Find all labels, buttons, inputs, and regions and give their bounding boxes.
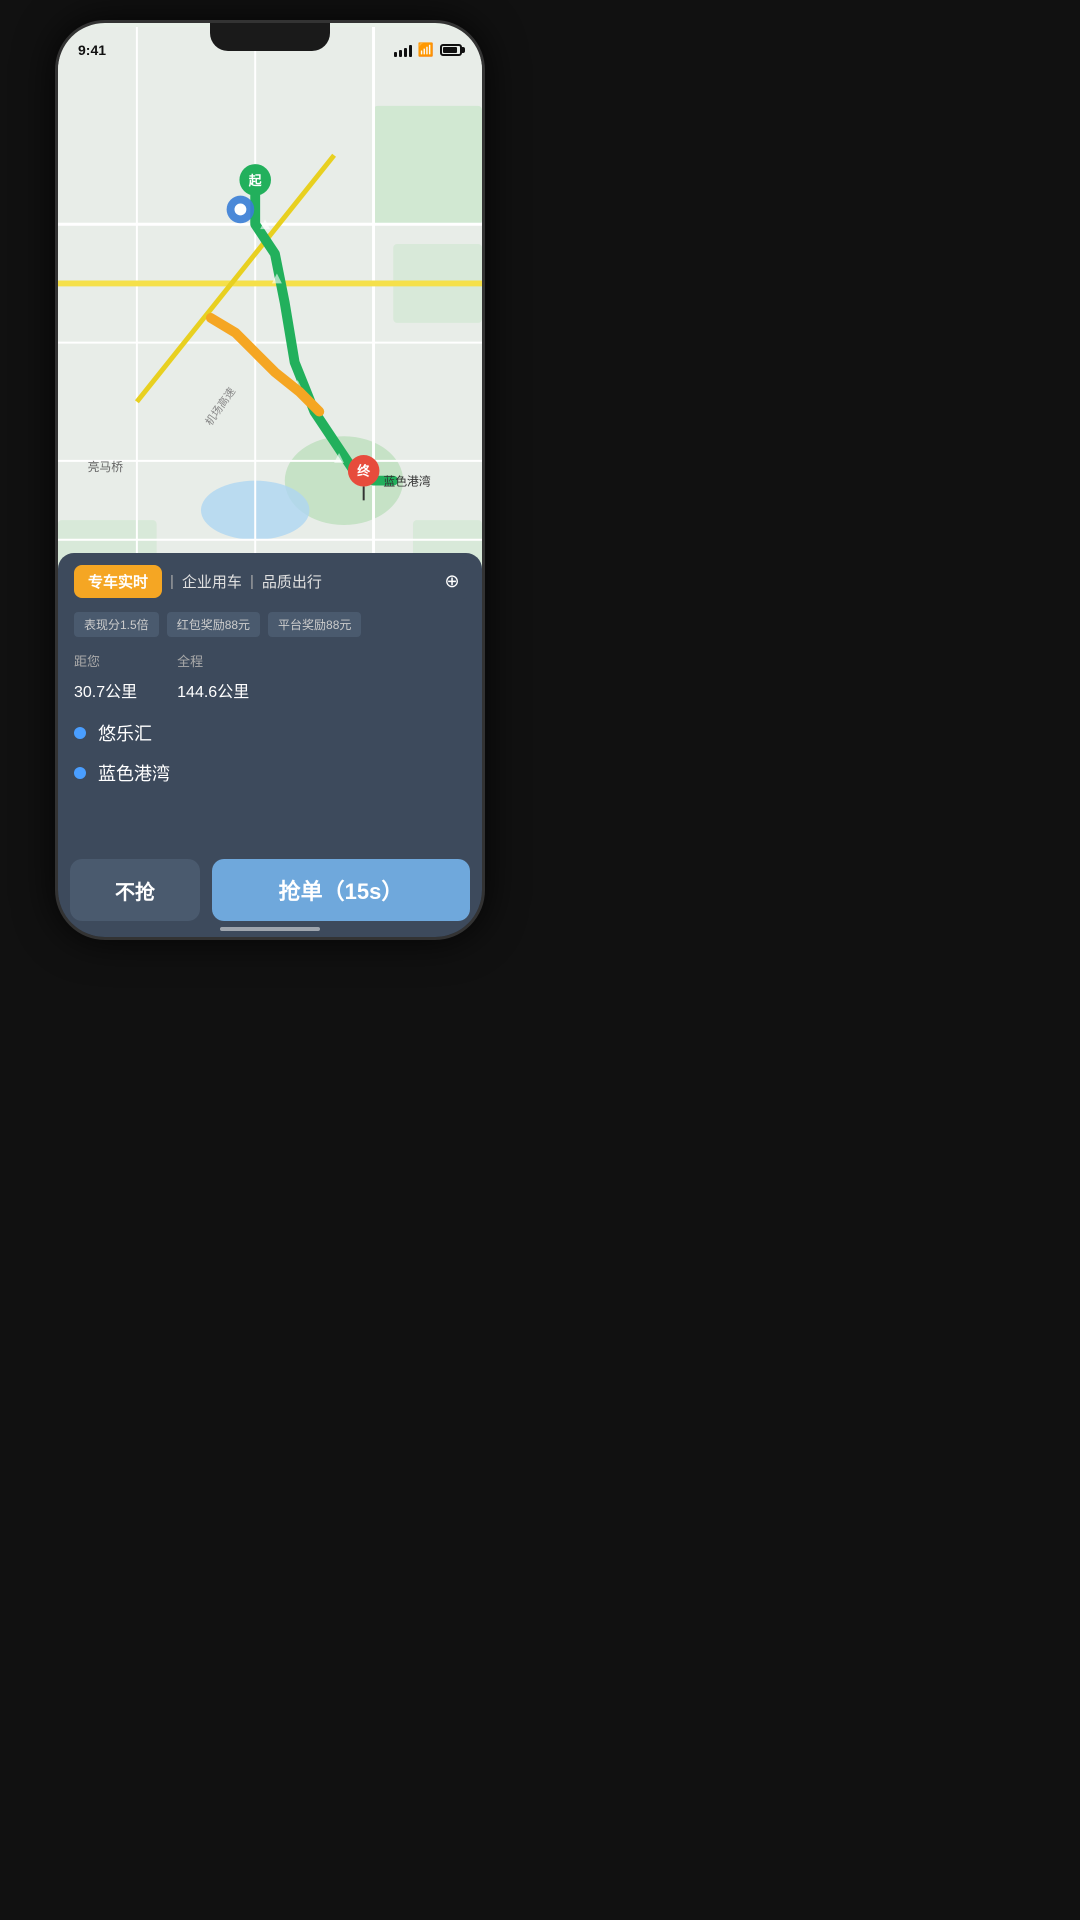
svg-text:终: 终	[357, 464, 370, 479]
map-view: 机场高速 亮马桥 起	[58, 23, 482, 603]
bottom-panel: 专车实时 | 企业用车 | 品质出行 表现分1.5倍 红包奖励88元 平台奖励8…	[58, 553, 482, 937]
distance-from-container: 距您 30.7公里	[74, 651, 137, 704]
phone-frame: 9:41 📶	[55, 20, 485, 940]
battery-icon	[440, 44, 462, 56]
badge-performance: 表现分1.5倍	[74, 612, 159, 637]
power-button	[482, 183, 485, 243]
tab-quality[interactable]: 品质出行	[262, 571, 322, 592]
compass-icon: ⊕	[444, 571, 459, 592]
tab-separator-1: |	[170, 573, 174, 590]
total-distance-label: 全程	[177, 651, 249, 670]
location-dot-from	[74, 727, 86, 739]
location-item-to: 蓝色港湾	[74, 760, 466, 786]
tab-bar: 专车实时 | 企业用车 | 品质出行	[58, 553, 482, 608]
distance-from-value: 30.7公里	[74, 672, 137, 704]
wifi-icon: 📶	[418, 42, 434, 58]
svg-text:亮马桥: 亮马桥	[88, 460, 124, 474]
time-display: 9:41	[78, 42, 106, 58]
badges-row: 表现分1.5倍 红包奖励88元 平台奖励88元	[58, 608, 482, 647]
tab-express-realtime[interactable]: 专车实时	[74, 565, 162, 598]
badge-red-packet: 红包奖励88元	[167, 612, 260, 637]
total-distance-container: 全程 144.6公里	[177, 651, 249, 704]
distance-from-label: 距您	[74, 651, 137, 670]
location-name-to: 蓝色港湾	[98, 760, 170, 786]
home-indicator	[220, 927, 320, 931]
tab-separator-2: |	[250, 573, 254, 590]
distance-info: 距您 30.7公里 全程 144.6公里	[58, 647, 482, 716]
total-distance-value: 144.6公里	[177, 672, 249, 704]
action-buttons: 不抢 抢单（15s）	[58, 849, 482, 937]
map-overlay-button[interactable]: ⊕	[434, 563, 470, 599]
phone-notch	[210, 23, 330, 51]
location-dot-to	[74, 767, 86, 779]
location-name-from: 悠乐汇	[98, 720, 152, 746]
location-item-from: 悠乐汇	[74, 720, 466, 746]
location-list: 悠乐汇 蓝色港湾	[58, 716, 482, 798]
badge-platform: 平台奖励88元	[268, 612, 361, 637]
svg-text:起: 起	[248, 173, 262, 188]
grab-button[interactable]: 抢单（15s）	[212, 859, 470, 921]
tab-enterprise[interactable]: 企业用车	[182, 571, 242, 592]
svg-text:蓝色港湾: 蓝色港湾	[383, 475, 430, 489]
skip-button[interactable]: 不抢	[70, 859, 200, 921]
signal-icon	[394, 43, 412, 57]
